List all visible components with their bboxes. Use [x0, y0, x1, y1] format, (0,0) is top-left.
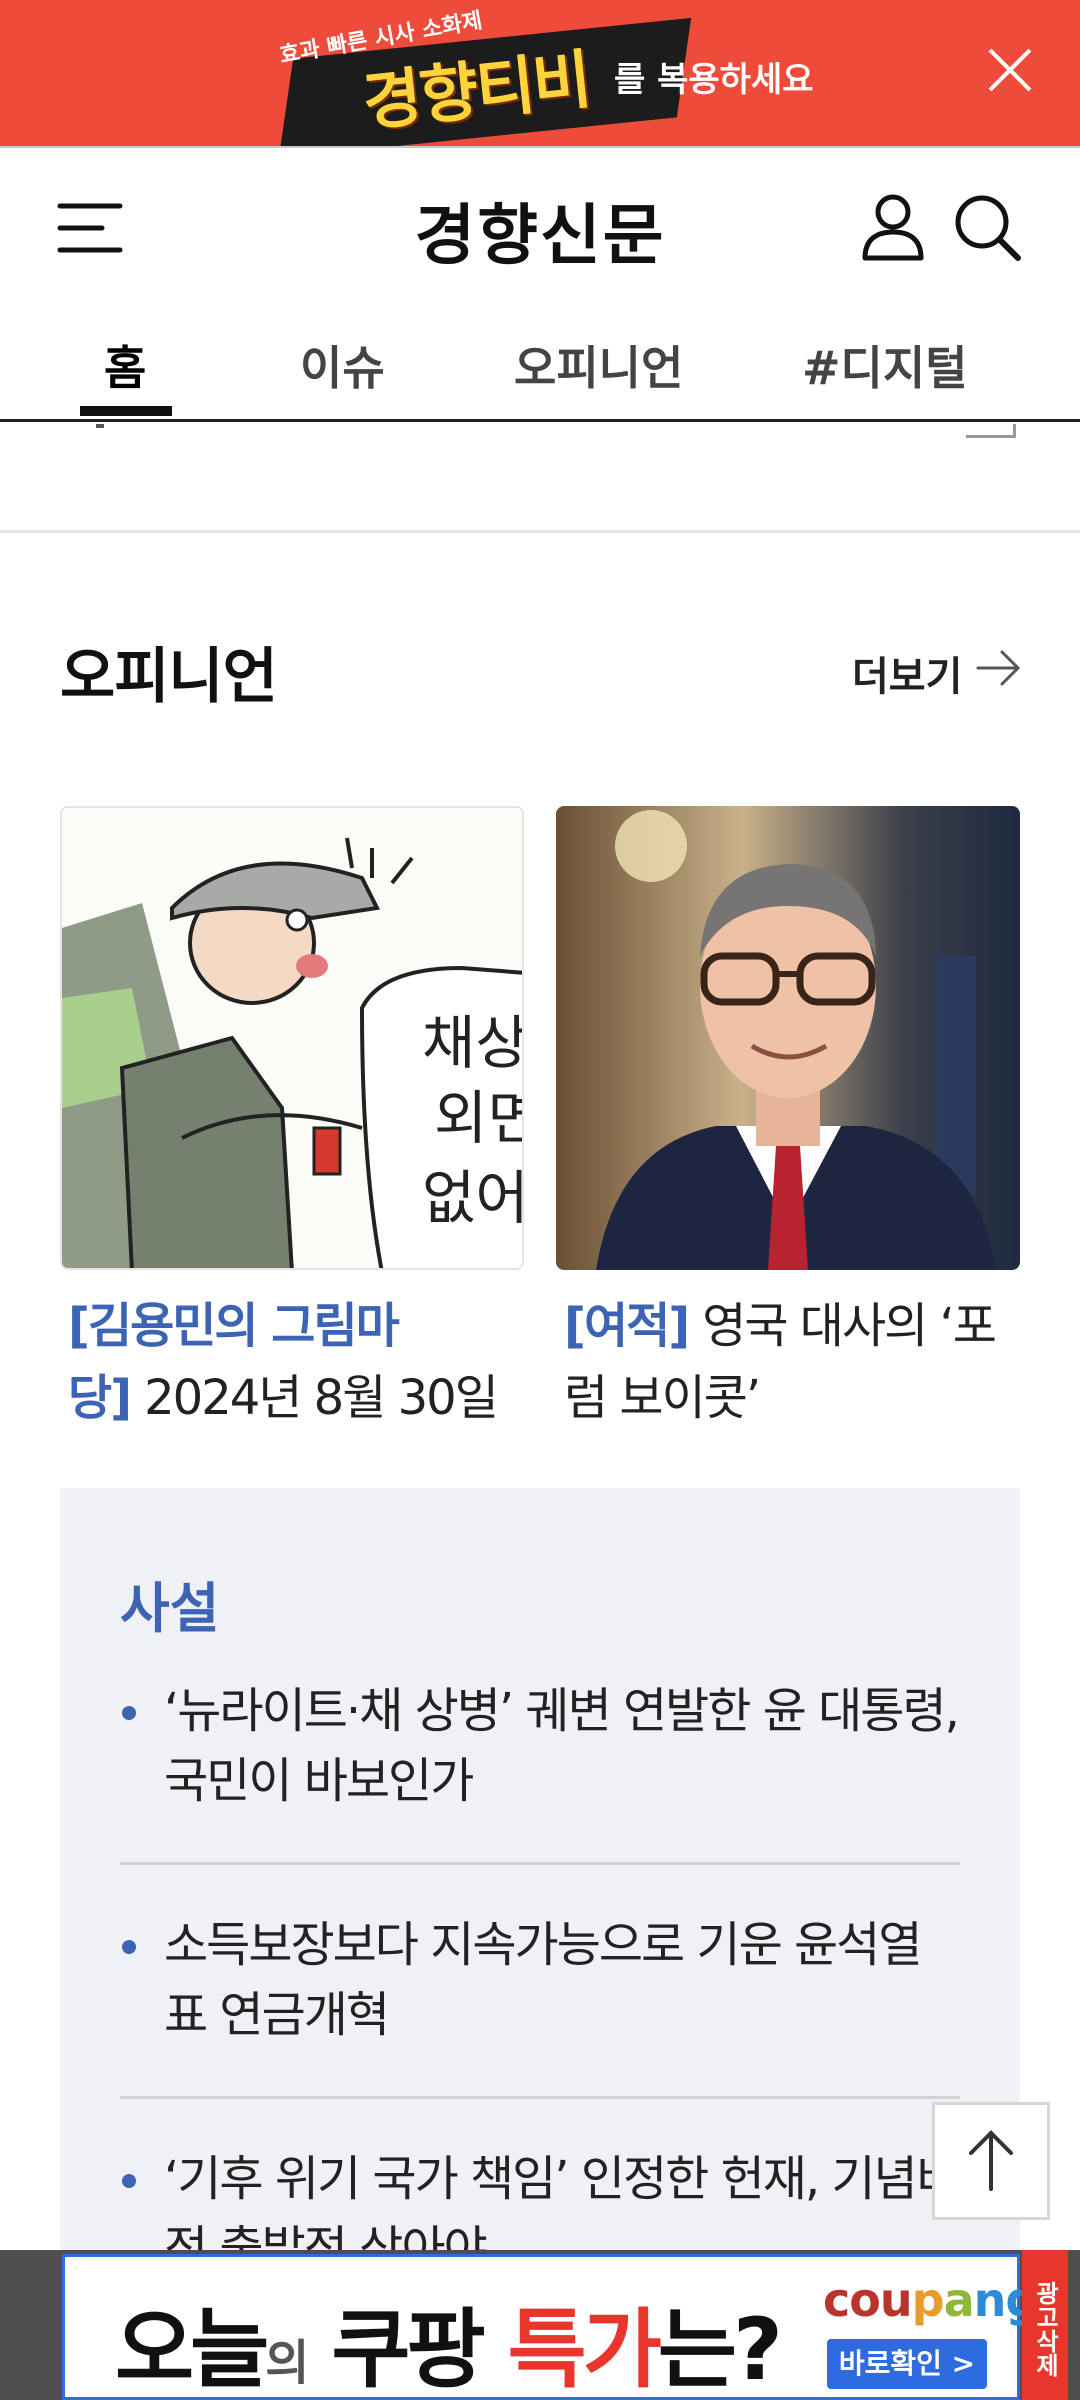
content-remnant-icon — [966, 424, 1016, 438]
arrow-up-icon — [969, 2130, 1013, 2191]
tab-opinion[interactable]: 오피니언 — [514, 332, 683, 398]
editorial-item[interactable]: 소득보장보다 지속가능으로 기운 윤석열표 연금개혁 — [120, 1910, 960, 2050]
active-tab-indicator — [80, 406, 172, 416]
ad-remove-button[interactable]: 광고삭제 — [1022, 2250, 1068, 2400]
bullet-icon — [122, 1706, 136, 1720]
ambassador-photo[interactable] — [556, 806, 1020, 1270]
editorial-box: 사설 ‘뉴라이트·채 상병’ 궤변 연발한 윤 대통령, 국민이 바보인가 소득… — [60, 1488, 1020, 2268]
coupang-logo: coupang — [823, 2273, 1038, 2327]
editorial-divider — [120, 2096, 960, 2099]
ad-cta-button[interactable]: 바로확인 > — [827, 2339, 987, 2389]
section-divider — [0, 530, 1080, 533]
editorial-item[interactable]: ‘뉴라이트·채 상병’ 궤변 연발한 윤 대통령, 국민이 바보인가 — [120, 1676, 960, 1816]
svg-text:없어: 없어 — [422, 1164, 524, 1232]
svg-text:외면: 외면 — [434, 1084, 524, 1152]
search-icon[interactable] — [952, 192, 1024, 264]
tab-issue[interactable]: 이슈 — [300, 332, 385, 398]
top-promo-banner[interactable]: 효과 빠른 시사 소화제 경향티비 를 복용하세요 — [0, 0, 1080, 148]
bullet-icon — [122, 2174, 136, 2188]
bullet-icon — [122, 1940, 136, 1954]
user-icon[interactable] — [860, 192, 926, 262]
card-tag: [여적] — [564, 1298, 690, 1354]
editorial-divider — [120, 1862, 960, 1865]
bottom-ad-bar: 오늘의 쿠팡 특가는? coupang 바로확인 > — [0, 2250, 1080, 2400]
ad-headline: 오늘의 쿠팡 특가는? — [115, 2300, 783, 2400]
content-remnant — [96, 424, 104, 428]
scroll-top-button[interactable] — [932, 2102, 1050, 2220]
opinion-card-2[interactable]: [여적] 영국 대사의 ‘포럼 보이콧’ — [564, 1290, 1034, 1434]
tab-digital[interactable]: #디지털 — [802, 332, 968, 398]
coupang-ad[interactable]: 오늘의 쿠팡 특가는? coupang 바로확인 > — [62, 2254, 1038, 2400]
site-header: 경향신문 — [0, 150, 1080, 300]
editorial-item-text: ‘뉴라이트·채 상병’ 궤변 연발한 윤 대통령, 국민이 바보인가 — [164, 1683, 960, 1809]
editorial-item-text: 소득보장보다 지속가능으로 기운 윤석열표 연금개혁 — [164, 1917, 922, 2043]
arrow-right-icon[interactable] — [976, 648, 1022, 688]
opinion-card-1[interactable]: [김용민의 그림마당] 2024년 8월 30일 — [68, 1290, 538, 1434]
card-title: 2024년 8월 30일 — [144, 1370, 499, 1426]
cartoon-image[interactable]: 채상 외면 없어 — [60, 806, 524, 1270]
section-title-opinion: 오피니언 — [60, 642, 278, 712]
svg-text:채상: 채상 — [422, 1009, 524, 1077]
more-link[interactable]: 더보기 — [852, 644, 962, 702]
editorial-title: 사설 — [120, 1577, 220, 1640]
close-icon[interactable] — [980, 40, 1040, 100]
main-tabs: 홈 이슈 오피니언 #디지털 — [0, 320, 1080, 422]
tab-home[interactable]: 홈 — [104, 332, 146, 398]
banner-suffix: 를 복용하세요 — [614, 60, 814, 100]
